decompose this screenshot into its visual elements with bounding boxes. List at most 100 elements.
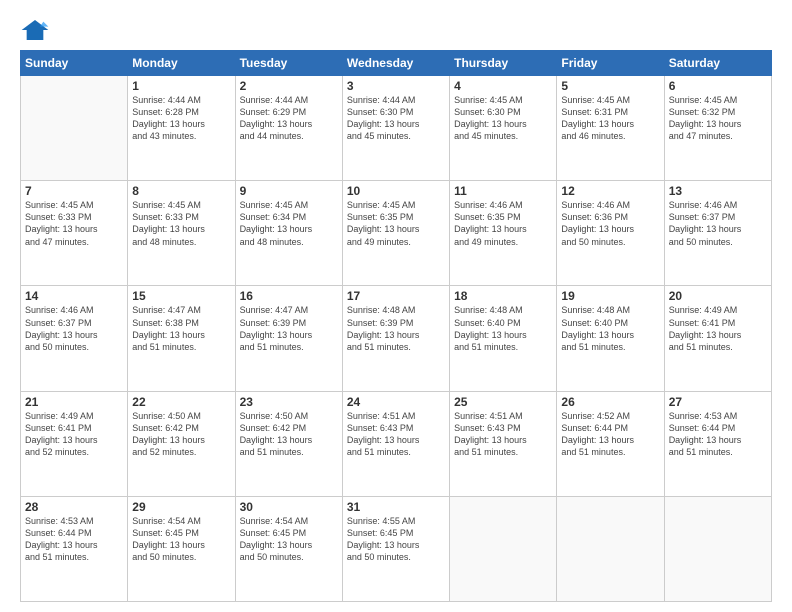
calendar-cell: 13Sunrise: 4:46 AM Sunset: 6:37 PM Dayli… [664,181,771,286]
day-info: Sunrise: 4:45 AM Sunset: 6:30 PM Dayligh… [454,94,552,143]
day-number: 9 [240,184,338,198]
calendar-cell [664,496,771,601]
weekday-header-sunday: Sunday [21,51,128,76]
day-number: 16 [240,289,338,303]
day-number: 11 [454,184,552,198]
calendar-cell: 3Sunrise: 4:44 AM Sunset: 6:30 PM Daylig… [342,76,449,181]
weekday-header-friday: Friday [557,51,664,76]
day-number: 24 [347,395,445,409]
day-info: Sunrise: 4:46 AM Sunset: 6:37 PM Dayligh… [669,199,767,248]
calendar-cell: 14Sunrise: 4:46 AM Sunset: 6:37 PM Dayli… [21,286,128,391]
calendar-cell: 27Sunrise: 4:53 AM Sunset: 6:44 PM Dayli… [664,391,771,496]
calendar-cell: 30Sunrise: 4:54 AM Sunset: 6:45 PM Dayli… [235,496,342,601]
week-row-5: 28Sunrise: 4:53 AM Sunset: 6:44 PM Dayli… [21,496,772,601]
day-number: 3 [347,79,445,93]
day-number: 27 [669,395,767,409]
weekday-header-tuesday: Tuesday [235,51,342,76]
day-info: Sunrise: 4:45 AM Sunset: 6:32 PM Dayligh… [669,94,767,143]
calendar-cell: 11Sunrise: 4:46 AM Sunset: 6:35 PM Dayli… [450,181,557,286]
calendar-cell: 7Sunrise: 4:45 AM Sunset: 6:33 PM Daylig… [21,181,128,286]
calendar-cell: 16Sunrise: 4:47 AM Sunset: 6:39 PM Dayli… [235,286,342,391]
day-number: 2 [240,79,338,93]
day-info: Sunrise: 4:45 AM Sunset: 6:33 PM Dayligh… [132,199,230,248]
day-number: 5 [561,79,659,93]
calendar-cell: 10Sunrise: 4:45 AM Sunset: 6:35 PM Dayli… [342,181,449,286]
calendar-cell: 25Sunrise: 4:51 AM Sunset: 6:43 PM Dayli… [450,391,557,496]
week-row-2: 7Sunrise: 4:45 AM Sunset: 6:33 PM Daylig… [21,181,772,286]
day-info: Sunrise: 4:51 AM Sunset: 6:43 PM Dayligh… [347,410,445,459]
calendar-table: SundayMondayTuesdayWednesdayThursdayFrid… [20,50,772,602]
day-number: 7 [25,184,123,198]
calendar-cell: 20Sunrise: 4:49 AM Sunset: 6:41 PM Dayli… [664,286,771,391]
week-row-3: 14Sunrise: 4:46 AM Sunset: 6:37 PM Dayli… [21,286,772,391]
calendar-cell: 22Sunrise: 4:50 AM Sunset: 6:42 PM Dayli… [128,391,235,496]
day-info: Sunrise: 4:49 AM Sunset: 6:41 PM Dayligh… [669,304,767,353]
day-info: Sunrise: 4:46 AM Sunset: 6:35 PM Dayligh… [454,199,552,248]
weekday-header-thursday: Thursday [450,51,557,76]
day-info: Sunrise: 4:44 AM Sunset: 6:29 PM Dayligh… [240,94,338,143]
day-number: 13 [669,184,767,198]
calendar-cell: 17Sunrise: 4:48 AM Sunset: 6:39 PM Dayli… [342,286,449,391]
day-info: Sunrise: 4:50 AM Sunset: 6:42 PM Dayligh… [132,410,230,459]
day-number: 31 [347,500,445,514]
day-number: 4 [454,79,552,93]
weekday-header-monday: Monday [128,51,235,76]
calendar-cell: 29Sunrise: 4:54 AM Sunset: 6:45 PM Dayli… [128,496,235,601]
day-info: Sunrise: 4:46 AM Sunset: 6:36 PM Dayligh… [561,199,659,248]
day-number: 6 [669,79,767,93]
weekday-header-saturday: Saturday [664,51,771,76]
day-number: 18 [454,289,552,303]
day-number: 20 [669,289,767,303]
calendar-cell [450,496,557,601]
calendar-cell [557,496,664,601]
week-row-1: 1Sunrise: 4:44 AM Sunset: 6:28 PM Daylig… [21,76,772,181]
day-info: Sunrise: 4:46 AM Sunset: 6:37 PM Dayligh… [25,304,123,353]
calendar-cell: 24Sunrise: 4:51 AM Sunset: 6:43 PM Dayli… [342,391,449,496]
calendar-cell: 6Sunrise: 4:45 AM Sunset: 6:32 PM Daylig… [664,76,771,181]
calendar-cell: 19Sunrise: 4:48 AM Sunset: 6:40 PM Dayli… [557,286,664,391]
day-number: 30 [240,500,338,514]
header [20,18,772,42]
day-number: 1 [132,79,230,93]
day-info: Sunrise: 4:48 AM Sunset: 6:40 PM Dayligh… [561,304,659,353]
day-info: Sunrise: 4:45 AM Sunset: 6:33 PM Dayligh… [25,199,123,248]
day-info: Sunrise: 4:53 AM Sunset: 6:44 PM Dayligh… [25,515,123,564]
calendar-cell: 9Sunrise: 4:45 AM Sunset: 6:34 PM Daylig… [235,181,342,286]
calendar-cell: 18Sunrise: 4:48 AM Sunset: 6:40 PM Dayli… [450,286,557,391]
day-info: Sunrise: 4:47 AM Sunset: 6:38 PM Dayligh… [132,304,230,353]
calendar-cell: 1Sunrise: 4:44 AM Sunset: 6:28 PM Daylig… [128,76,235,181]
day-info: Sunrise: 4:44 AM Sunset: 6:30 PM Dayligh… [347,94,445,143]
weekday-header-wednesday: Wednesday [342,51,449,76]
calendar-cell: 8Sunrise: 4:45 AM Sunset: 6:33 PM Daylig… [128,181,235,286]
day-number: 14 [25,289,123,303]
day-info: Sunrise: 4:48 AM Sunset: 6:39 PM Dayligh… [347,304,445,353]
day-number: 28 [25,500,123,514]
day-number: 29 [132,500,230,514]
calendar-cell [21,76,128,181]
day-info: Sunrise: 4:49 AM Sunset: 6:41 PM Dayligh… [25,410,123,459]
day-info: Sunrise: 4:44 AM Sunset: 6:28 PM Dayligh… [132,94,230,143]
day-info: Sunrise: 4:55 AM Sunset: 6:45 PM Dayligh… [347,515,445,564]
calendar-cell: 2Sunrise: 4:44 AM Sunset: 6:29 PM Daylig… [235,76,342,181]
day-info: Sunrise: 4:51 AM Sunset: 6:43 PM Dayligh… [454,410,552,459]
logo-icon [20,18,50,42]
day-info: Sunrise: 4:45 AM Sunset: 6:31 PM Dayligh… [561,94,659,143]
day-info: Sunrise: 4:47 AM Sunset: 6:39 PM Dayligh… [240,304,338,353]
day-number: 23 [240,395,338,409]
calendar-cell: 26Sunrise: 4:52 AM Sunset: 6:44 PM Dayli… [557,391,664,496]
calendar-cell: 23Sunrise: 4:50 AM Sunset: 6:42 PM Dayli… [235,391,342,496]
day-info: Sunrise: 4:48 AM Sunset: 6:40 PM Dayligh… [454,304,552,353]
logo [20,18,54,42]
calendar-cell: 31Sunrise: 4:55 AM Sunset: 6:45 PM Dayli… [342,496,449,601]
day-number: 19 [561,289,659,303]
day-info: Sunrise: 4:45 AM Sunset: 6:35 PM Dayligh… [347,199,445,248]
calendar-cell: 15Sunrise: 4:47 AM Sunset: 6:38 PM Dayli… [128,286,235,391]
day-number: 25 [454,395,552,409]
day-number: 10 [347,184,445,198]
weekday-header-row: SundayMondayTuesdayWednesdayThursdayFrid… [21,51,772,76]
day-info: Sunrise: 4:52 AM Sunset: 6:44 PM Dayligh… [561,410,659,459]
day-number: 17 [347,289,445,303]
day-number: 26 [561,395,659,409]
day-info: Sunrise: 4:54 AM Sunset: 6:45 PM Dayligh… [240,515,338,564]
page: SundayMondayTuesdayWednesdayThursdayFrid… [0,0,792,612]
